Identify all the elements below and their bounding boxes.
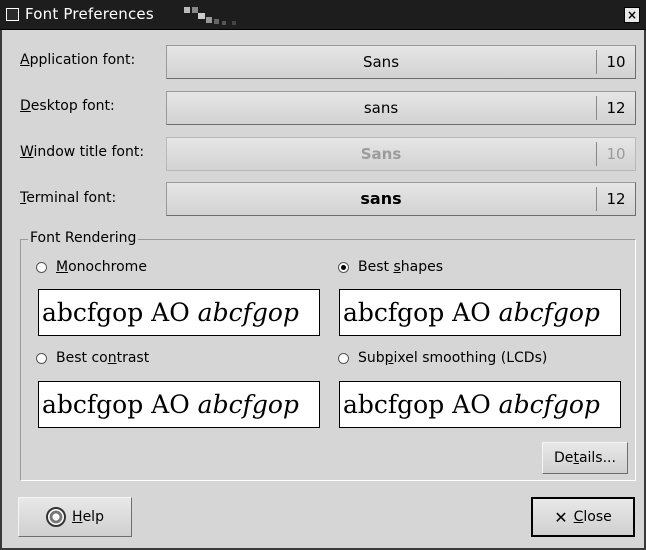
best-shapes-label: Best shapes (358, 259, 443, 275)
best-contrast-sample: abcfgop AO abcfgop (38, 381, 320, 428)
close-icon[interactable]: × (624, 7, 640, 23)
window-title-font-name: Sans (360, 145, 402, 163)
window-title-font-size: 10 (596, 142, 635, 166)
help-button[interactable]: Help (18, 497, 132, 537)
close-button[interactable]: ✕ Close (531, 497, 635, 537)
application-font-button[interactable]: Sans 10 (166, 45, 636, 79)
terminal-font-name: sans (360, 189, 402, 208)
subpixel-smoothing-radio[interactable]: Subpixel smoothing (LCDs) (338, 350, 547, 366)
close-x-icon: ✕ (554, 507, 568, 527)
window-menu-icon[interactable] (6, 8, 19, 21)
title-bar[interactable]: Font Preferences × (0, 0, 646, 30)
radio-unchecked-icon (36, 261, 47, 273)
best-shapes-sample: abcfgop AO abcfgop (339, 289, 621, 336)
terminal-font-button[interactable]: sans 12 (166, 182, 636, 216)
application-font-name: Sans (362, 53, 400, 71)
font-rendering-label: Font Rendering (28, 230, 139, 246)
help-label: Help (72, 509, 104, 525)
radio-unchecked-icon (338, 352, 349, 364)
terminal-font-label: Terminal font: (20, 190, 117, 206)
monochrome-radio[interactable]: Monochrome (36, 259, 147, 275)
help-lifebuoy-icon (46, 507, 67, 527)
monochrome-label: Monochrome (56, 259, 147, 275)
application-font-size: 10 (596, 50, 635, 74)
titlebar-decoration-icon (184, 7, 236, 25)
monochrome-sample: abcfgop AO abcfgop (38, 289, 320, 336)
radio-checked-icon (338, 261, 349, 273)
application-font-label: Application font: (20, 52, 136, 68)
close-label: Close (573, 509, 612, 525)
desktop-font-size: 12 (596, 96, 635, 120)
best-contrast-radio[interactable]: Best contrast (36, 350, 149, 366)
window-title-font-button[interactable]: Sans 10 (166, 137, 636, 171)
desktop-font-label: Desktop font: (20, 98, 115, 114)
terminal-font-size: 12 (596, 187, 635, 211)
desktop-font-button[interactable]: sans 12 (166, 91, 636, 125)
details-label: Details... (554, 450, 616, 466)
window-title-font-label: Window title font: (20, 144, 145, 160)
best-shapes-radio[interactable]: Best shapes (338, 259, 443, 275)
subpixel-smoothing-label: Subpixel smoothing (LCDs) (358, 350, 548, 366)
radio-unchecked-icon (36, 352, 47, 364)
desktop-font-name: sans (363, 99, 399, 117)
subpixel-smoothing-sample: abcfgop AO abcfgop (339, 381, 621, 428)
details-button[interactable]: Details... (542, 442, 628, 474)
window-title: Font Preferences (25, 5, 154, 23)
best-contrast-label: Best contrast (56, 350, 150, 366)
